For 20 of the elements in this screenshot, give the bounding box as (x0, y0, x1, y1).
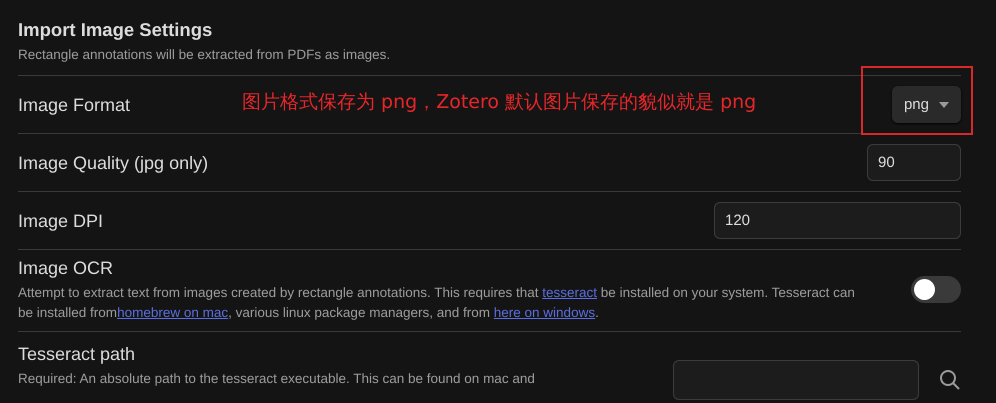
setting-label: Image DPI (18, 210, 104, 232)
setting-label: Image OCR (18, 257, 114, 280)
setting-description: Required: An absolute path to the tesseract executable. This can be found on mac and (18, 370, 536, 388)
annotation-text: 图片格式保存为 png，Zotero 默认图片保存的貌似就是 png (242, 90, 756, 115)
setting-label: Tesseract path (18, 343, 136, 366)
input-field[interactable] (673, 360, 919, 400)
link[interactable]: homebrew on mac (117, 305, 228, 320)
toggle-switch[interactable] (911, 276, 961, 303)
setting-description: Attempt to extract text from images created by rectangle annotations. This requires that tesseract be installed on your system. Tesseract can be installed fromhomebrew on mac, various linux package managers, and from here on windows. (18, 284, 856, 322)
setting-label: Image Format (18, 94, 130, 116)
input-field[interactable]: 120 (714, 202, 961, 239)
caret-icon (939, 102, 949, 108)
link[interactable]: here on windows (494, 305, 596, 320)
search-icon[interactable] (939, 369, 961, 391)
section-description: Rectangle annotations will be extracted from PDFs as images. (18, 46, 392, 64)
link[interactable]: tesseract (542, 285, 598, 300)
format-dropdown[interactable]: png (892, 86, 961, 123)
input-field[interactable]: 90 (867, 144, 961, 181)
setting-label: Image Quality (jpg only) (18, 152, 208, 174)
section-title: Import Image Settings (18, 18, 214, 42)
